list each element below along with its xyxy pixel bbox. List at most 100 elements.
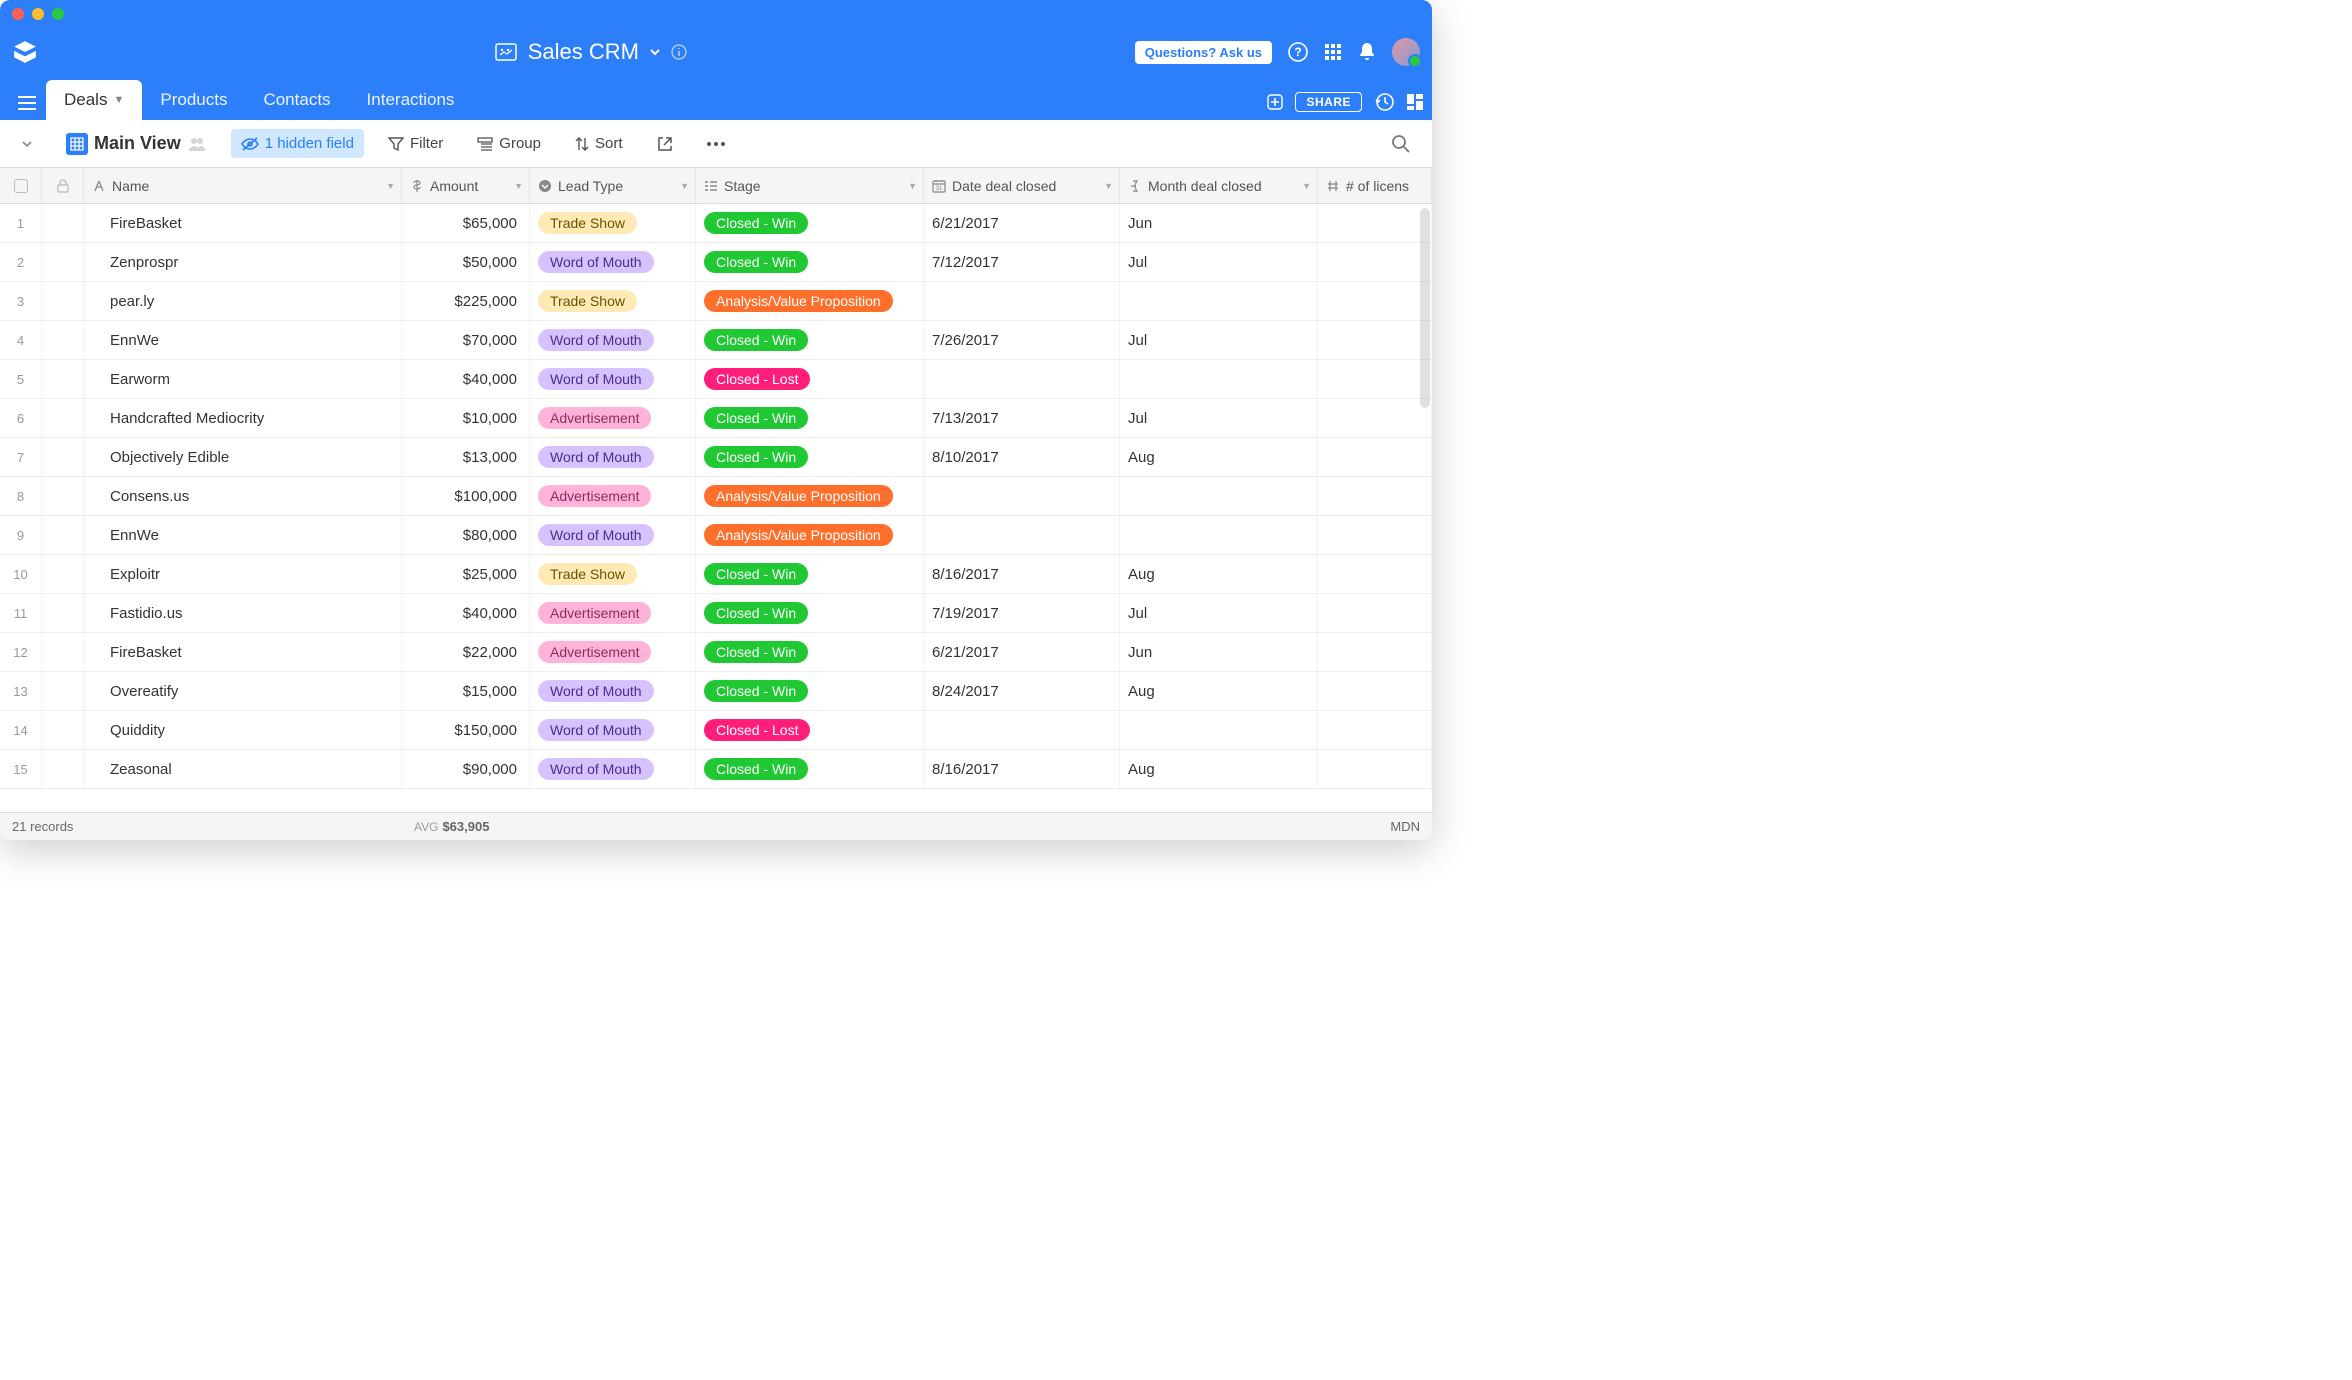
add-table-button[interactable] xyxy=(1255,84,1295,120)
cell-stage[interactable]: Closed - Win xyxy=(696,321,924,359)
more-options-button[interactable] xyxy=(697,136,735,152)
header-select-all[interactable] xyxy=(0,168,42,203)
cell-name[interactable]: pear.ly xyxy=(84,282,402,320)
table-row[interactable]: 15Zeasonal$90,000Word of MouthClosed - W… xyxy=(0,750,1432,789)
table-row[interactable]: 4EnnWe$70,000Word of MouthClosed - Win7/… xyxy=(0,321,1432,360)
cell-lead-type[interactable]: Word of Mouth xyxy=(530,321,696,359)
cell-licenses[interactable] xyxy=(1318,633,1432,671)
cell-stage[interactable]: Closed - Win xyxy=(696,204,924,242)
blocks-icon[interactable] xyxy=(1406,93,1424,111)
table-row[interactable]: 8Consens.us$100,000AdvertisementAnalysis… xyxy=(0,477,1432,516)
cell-date-closed[interactable]: 7/26/2017 xyxy=(924,321,1120,359)
view-name-button[interactable]: Main View xyxy=(56,127,217,161)
sort-button[interactable]: Sort xyxy=(565,129,633,158)
cell-amount[interactable]: $22,000 xyxy=(402,633,530,671)
cell-month-closed[interactable] xyxy=(1120,477,1318,515)
cell-lead-type[interactable]: Trade Show xyxy=(530,204,696,242)
cell-name[interactable]: Fastidio.us xyxy=(84,594,402,632)
cell-stage[interactable]: Analysis/Value Proposition xyxy=(696,282,924,320)
history-icon[interactable] xyxy=(1374,92,1394,112)
header-licenses[interactable]: # of licens xyxy=(1318,168,1432,203)
view-switcher-chevron[interactable] xyxy=(12,133,42,155)
table-tab-contacts[interactable]: Contacts xyxy=(245,80,348,120)
cell-lead-type[interactable]: Word of Mouth xyxy=(530,750,696,788)
close-window-icon[interactable] xyxy=(12,8,24,20)
table-row[interactable]: 11Fastidio.us$40,000AdvertisementClosed … xyxy=(0,594,1432,633)
cell-lead-type[interactable]: Advertisement xyxy=(530,477,696,515)
cell-month-closed[interactable] xyxy=(1120,282,1318,320)
cell-month-closed[interactable]: Jun xyxy=(1120,633,1318,671)
table-row[interactable]: 12FireBasket$22,000AdvertisementClosed -… xyxy=(0,633,1432,672)
cell-amount[interactable]: $70,000 xyxy=(402,321,530,359)
cell-month-closed[interactable]: Jul xyxy=(1120,594,1318,632)
cell-month-closed[interactable]: Jul xyxy=(1120,399,1318,437)
cell-lead-type[interactable]: Word of Mouth xyxy=(530,360,696,398)
share-button[interactable]: SHARE xyxy=(1295,92,1362,112)
cell-stage[interactable]: Analysis/Value Proposition xyxy=(696,516,924,554)
cell-name[interactable]: Handcrafted Mediocrity xyxy=(84,399,402,437)
cell-licenses[interactable] xyxy=(1318,321,1432,359)
cell-amount[interactable]: $40,000 xyxy=(402,360,530,398)
row-expand[interactable] xyxy=(42,399,84,437)
cell-date-closed[interactable]: 7/19/2017 xyxy=(924,594,1120,632)
header-name[interactable]: Name▼ xyxy=(84,168,402,203)
cell-month-closed[interactable] xyxy=(1120,516,1318,554)
row-expand[interactable] xyxy=(42,633,84,671)
cell-date-closed[interactable] xyxy=(924,711,1120,749)
cell-licenses[interactable] xyxy=(1318,360,1432,398)
cell-stage[interactable]: Closed - Win xyxy=(696,594,924,632)
cell-date-closed[interactable] xyxy=(924,477,1120,515)
cell-name[interactable]: Zenprospr xyxy=(84,243,402,281)
cell-licenses[interactable] xyxy=(1318,711,1432,749)
cell-date-closed[interactable]: 8/10/2017 xyxy=(924,438,1120,476)
cell-lead-type[interactable]: Advertisement xyxy=(530,633,696,671)
cell-lead-type[interactable]: Word of Mouth xyxy=(530,243,696,281)
cell-amount[interactable]: $13,000 xyxy=(402,438,530,476)
cell-amount[interactable]: $150,000 xyxy=(402,711,530,749)
record-count[interactable]: 21 records xyxy=(12,819,414,834)
hidden-fields-button[interactable]: 1 hidden field xyxy=(231,129,364,158)
cell-amount[interactable]: $50,000 xyxy=(402,243,530,281)
table-row[interactable]: 1FireBasket$65,000Trade ShowClosed - Win… xyxy=(0,204,1432,243)
cell-name[interactable]: EnnWe xyxy=(84,321,402,359)
cell-month-closed[interactable]: Aug xyxy=(1120,750,1318,788)
cell-amount[interactable]: $225,000 xyxy=(402,282,530,320)
cell-stage[interactable]: Closed - Lost xyxy=(696,711,924,749)
cell-lead-type[interactable]: Word of Mouth xyxy=(530,438,696,476)
cell-stage[interactable]: Analysis/Value Proposition xyxy=(696,477,924,515)
apps-grid-icon[interactable] xyxy=(1324,43,1342,61)
ask-us-button[interactable]: Questions? Ask us xyxy=(1135,41,1272,64)
table-row[interactable]: 5Earworm$40,000Word of MouthClosed - Los… xyxy=(0,360,1432,399)
cell-date-closed[interactable]: 8/16/2017 xyxy=(924,555,1120,593)
cell-name[interactable]: FireBasket xyxy=(84,633,402,671)
bell-icon[interactable] xyxy=(1358,42,1376,62)
cell-licenses[interactable] xyxy=(1318,282,1432,320)
cell-lead-type[interactable]: Trade Show xyxy=(530,555,696,593)
avg-summary[interactable]: AVG$63,905 xyxy=(414,819,489,834)
cell-name[interactable]: FireBasket xyxy=(84,204,402,242)
table-row[interactable]: 13Overeatify$15,000Word of MouthClosed -… xyxy=(0,672,1432,711)
cell-amount[interactable]: $40,000 xyxy=(402,594,530,632)
row-expand[interactable] xyxy=(42,555,84,593)
cell-licenses[interactable] xyxy=(1318,399,1432,437)
hamburger-icon[interactable] xyxy=(8,96,46,120)
table-row[interactable]: 7Objectively Edible$13,000Word of MouthC… xyxy=(0,438,1432,477)
cell-date-closed[interactable] xyxy=(924,282,1120,320)
table-row[interactable]: 3pear.ly$225,000Trade ShowAnalysis/Value… xyxy=(0,282,1432,321)
row-expand[interactable] xyxy=(42,243,84,281)
cell-date-closed[interactable]: 8/16/2017 xyxy=(924,750,1120,788)
table-row[interactable]: 2Zenprospr$50,000Word of MouthClosed - W… xyxy=(0,243,1432,282)
cell-date-closed[interactable]: 8/24/2017 xyxy=(924,672,1120,710)
cell-lead-type[interactable]: Word of Mouth xyxy=(530,711,696,749)
cell-month-closed[interactable]: Aug xyxy=(1120,555,1318,593)
cell-amount[interactable]: $100,000 xyxy=(402,477,530,515)
cell-licenses[interactable] xyxy=(1318,477,1432,515)
table-row[interactable]: 14Quiddity$150,000Word of MouthClosed - … xyxy=(0,711,1432,750)
cell-stage[interactable]: Closed - Win xyxy=(696,399,924,437)
header-date-closed[interactable]: 31Date deal closed▼ xyxy=(924,168,1120,203)
row-expand[interactable] xyxy=(42,711,84,749)
cell-lead-type[interactable]: Trade Show xyxy=(530,282,696,320)
cell-month-closed[interactable]: Jul xyxy=(1120,243,1318,281)
user-avatar[interactable] xyxy=(1392,38,1420,66)
cell-licenses[interactable] xyxy=(1318,672,1432,710)
